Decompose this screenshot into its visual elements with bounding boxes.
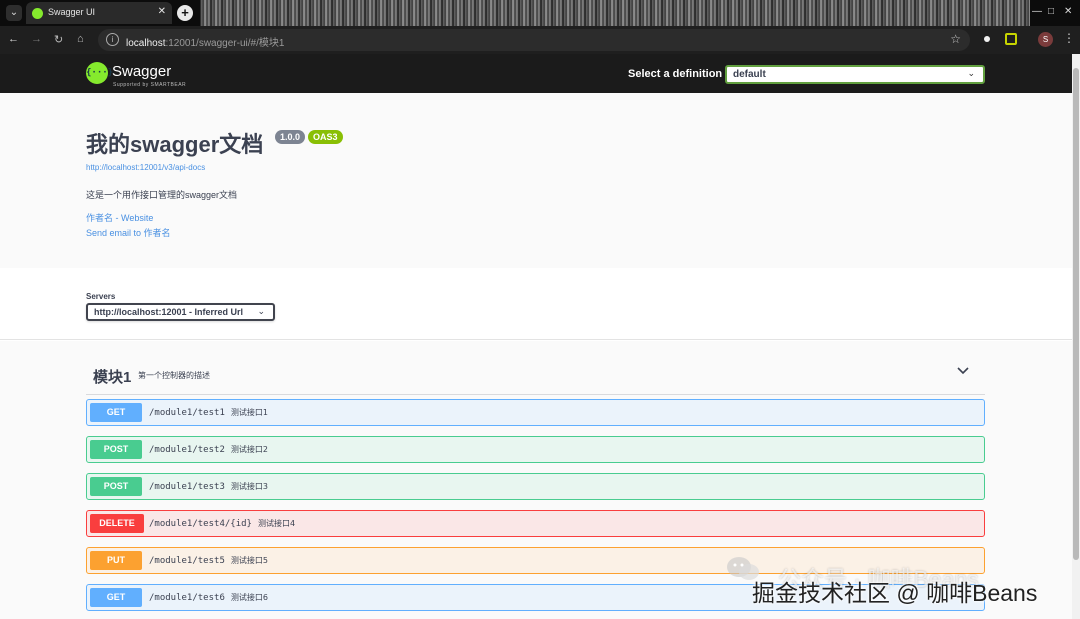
operation-path-text: /module1/test2 [149, 445, 225, 455]
operation-path: /module1/test1 测试接口1 [149, 407, 268, 418]
method-badge: GET [90, 403, 142, 422]
operation-path: /module1/test3 测试接口3 [149, 481, 268, 492]
window-close-icon[interactable]: ✕ [1064, 6, 1072, 17]
method-badge: DELETE [90, 514, 144, 533]
tag-description: 第一个控制器的描述 [138, 371, 210, 380]
operation-summary: 测试接口1 [230, 408, 268, 417]
oas-badge: OAS3 [308, 130, 343, 144]
chevron-down-icon: ⌄ [967, 68, 975, 78]
browser-toolbar: ← → ↻ ⌂ i localhost:12001/swagger-ui/#/模… [0, 26, 1080, 54]
browser-tab-bar: ⌄ Swagger UI ✕ + — □ ✕ [0, 0, 1080, 26]
servers-label: Servers [86, 292, 116, 301]
contact-email-link[interactable]: Send email to 作者名 [86, 226, 171, 239]
api-title: 我的swagger文档 [86, 132, 264, 157]
profile-avatar[interactable]: S [1038, 32, 1053, 47]
tab-bar-background [200, 0, 1030, 26]
tag-name: 模块1 [93, 369, 132, 386]
tab-title: Swagger UI [48, 7, 96, 17]
servers-select[interactable]: http://localhost:12001 - Inferred Url ⌄ [86, 303, 275, 321]
operation-path-text: /module1/test5 [149, 556, 225, 566]
method-badge: PUT [90, 551, 142, 570]
contact-website-link[interactable]: 作者名 - Website [86, 211, 153, 224]
operation-path: /module1/test6 测试接口6 [149, 592, 268, 603]
operation-row-get-test1[interactable]: GET /module1/test1 测试接口1 [86, 399, 985, 426]
reload-icon[interactable]: ↻ [54, 33, 63, 46]
extension-dot-icon[interactable] [984, 36, 990, 42]
operation-row-post-test3[interactable]: POST /module1/test3 测试接口3 [86, 473, 985, 500]
api-description: 这是一个用作接口管理的swagger文档 [86, 190, 238, 200]
back-arrow-icon[interactable]: ← [8, 33, 19, 45]
page-scrollbar-thumb[interactable] [1073, 68, 1079, 560]
definition-select-value: default [733, 69, 766, 80]
operation-path-text: /module1/test3 [149, 482, 225, 492]
method-badge: GET [90, 588, 142, 607]
operation-path-text: /module1/test1 [149, 408, 225, 418]
bookmark-star-icon[interactable]: ☆ [950, 32, 961, 46]
chevron-down-icon: ⌄ [257, 306, 265, 316]
version-badge: 1.0.0 [275, 130, 306, 144]
operation-row-post-test2[interactable]: POST /module1/test2 测试接口2 [86, 436, 985, 463]
definition-label: Select a definition [628, 68, 723, 80]
extensions-icon[interactable] [1005, 33, 1017, 45]
minimize-icon[interactable]: — [1032, 6, 1042, 17]
swagger-logo-subtitle: Supported by SMARTBEAR [113, 82, 187, 88]
method-badge: POST [90, 477, 142, 496]
api-docs-link[interactable]: http://localhost:12001/v3/api-docs [86, 163, 205, 172]
operation-summary: 测试接口3 [230, 482, 268, 491]
operation-path: /module1/test4/{id} 测试接口4 [149, 518, 295, 529]
operation-path: /module1/test2 测试接口2 [149, 444, 268, 455]
site-info-icon[interactable]: i [106, 33, 119, 46]
home-icon[interactable]: ⌂ [77, 33, 84, 45]
forward-arrow-icon[interactable]: → [31, 33, 42, 45]
operation-summary: 测试接口2 [230, 445, 268, 454]
operation-path-text: /module1/test6 [149, 593, 225, 603]
api-info-section: 我的swagger文档 1.0.0 OAS3 http://localhost:… [0, 93, 1072, 268]
tag-header[interactable]: 模块1 第一个控制器的描述 [86, 355, 985, 395]
url-text[interactable]: localhost:12001/swagger-ui/#/模块1 [126, 34, 284, 49]
servers-section: Servers http://localhost:12001 - Inferre… [0, 268, 1072, 340]
swagger-logo-icon[interactable]: {···} [86, 62, 113, 84]
definition-select[interactable]: default ⌄ [725, 65, 985, 84]
swagger-logo-text[interactable]: Swagger [112, 63, 171, 80]
tab-search-icon[interactable]: ⌄ [6, 5, 22, 21]
url-host: localhost [126, 38, 166, 49]
operation-summary: 测试接口4 [257, 519, 296, 528]
operation-path-text: /module1/test4/{id} [149, 519, 252, 529]
new-tab-button[interactable]: + [177, 5, 193, 21]
servers-select-value: http://localhost:12001 - Inferred Url [94, 307, 244, 317]
watermark-line-2: 掘金技术社区 @ 咖啡Beans [752, 580, 1038, 606]
address-bar[interactable]: i localhost:12001/swagger-ui/#/模块1 ☆ [98, 29, 970, 51]
operation-summary: 测试接口6 [230, 593, 268, 602]
swagger-favicon-icon [32, 8, 43, 19]
url-path: :12001/swagger-ui/#/模块1 [165, 38, 285, 49]
maximize-icon[interactable]: □ [1048, 6, 1054, 17]
operation-row-delete-test4[interactable]: DELETE /module1/test4/{id} 测试接口4 [86, 510, 985, 537]
browser-tab[interactable]: Swagger UI ✕ [26, 2, 172, 24]
operation-path: /module1/test5 测试接口5 [149, 555, 268, 566]
tab-close-icon[interactable]: ✕ [158, 6, 166, 17]
collapse-chevron-icon[interactable] [956, 364, 970, 378]
operation-summary: 测试接口5 [230, 556, 268, 565]
method-badge: POST [90, 440, 142, 459]
browser-menu-icon[interactable]: ⋮ [1063, 31, 1075, 45]
